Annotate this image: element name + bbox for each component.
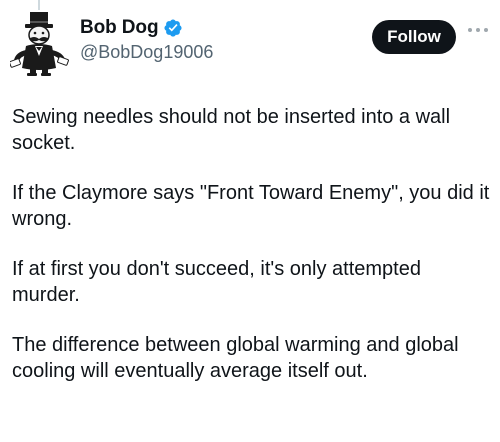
user-handle[interactable]: @BobDog19006 — [80, 42, 213, 63]
monopoly-man-avatar-icon — [9, 12, 69, 76]
display-name[interactable]: Bob Dog — [80, 17, 159, 39]
avatar[interactable] — [9, 10, 70, 76]
tweet-paragraph: If the Claymore says "Front Toward Enemy… — [12, 182, 490, 230]
tweet-header: Bob Dog @BobDog19006 Follow — [9, 8, 492, 80]
tweet-paragraph: If at first you don't succeed, it's only… — [12, 258, 421, 306]
author-identity: Bob Dog @BobDog19006 — [80, 16, 213, 63]
more-options-button[interactable] — [464, 20, 492, 40]
verified-badge-icon[interactable] — [163, 18, 183, 38]
more-options-icon — [468, 28, 488, 32]
follow-button[interactable]: Follow — [372, 20, 456, 54]
tweet-text: Sewing needles should not be inserted in… — [12, 104, 492, 408]
name-row: Bob Dog — [80, 16, 213, 40]
tweet-paragraph: The difference between global warming an… — [12, 334, 459, 382]
tweet-paragraph: Sewing needles should not be inserted in… — [12, 106, 451, 154]
